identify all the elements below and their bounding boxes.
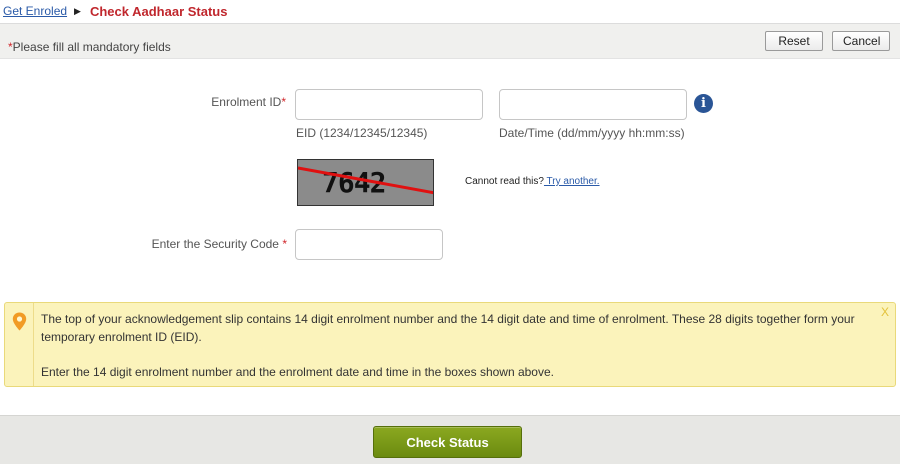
enrolment-id-required-star: *: [281, 95, 286, 109]
eid-hint: EID (1234/12345/12345): [296, 126, 428, 140]
breadcrumb-link-get-enroled[interactable]: Get Enroled: [3, 4, 67, 18]
help-notice: The top of your acknowledgement slip con…: [4, 302, 896, 387]
check-status-button[interactable]: Check Status: [373, 426, 522, 458]
breadcrumb: Get Enroled ▶ Check Aadhaar Status: [0, 0, 900, 22]
mandatory-text: Please fill all mandatory fields: [12, 40, 171, 54]
notice-icon-column: [5, 303, 34, 386]
datetime-input[interactable]: [499, 89, 687, 120]
close-icon[interactable]: X: [881, 305, 889, 319]
enrolment-id-label-text: Enrolment ID: [211, 95, 282, 109]
info-icon[interactable]: i: [694, 94, 713, 113]
form-toolbar: *Please fill all mandatory fields Reset …: [0, 23, 900, 59]
captcha-image: 7642: [297, 159, 434, 206]
notice-paragraph-2: Enter the 14 digit enrolment number and …: [41, 365, 554, 379]
security-code-required-star: *: [282, 237, 287, 251]
security-code-label: Enter the Security Code *: [100, 237, 287, 251]
pin-icon: [12, 312, 27, 331]
datetime-hint: Date/Time (dd/mm/yyyy hh:mm:ss): [499, 126, 685, 140]
cancel-button[interactable]: Cancel: [832, 31, 890, 51]
captcha-refresh: Cannot read this? Try another.: [465, 176, 600, 187]
reset-button[interactable]: Reset: [765, 31, 823, 51]
security-code-input[interactable]: [295, 229, 443, 260]
form-footer: Check Status: [0, 415, 900, 464]
enrolment-id-label: Enrolment ID*: [160, 95, 286, 109]
page-title: Check Aadhaar Status: [89, 3, 228, 19]
captcha-strike-line: [298, 166, 433, 195]
mandatory-note: *Please fill all mandatory fields: [8, 40, 171, 54]
breadcrumb-separator-icon: ▶: [74, 5, 81, 16]
notice-paragraph-1: The top of your acknowledgement slip con…: [41, 312, 855, 344]
try-another-link[interactable]: Try another.: [544, 176, 600, 187]
eid-input[interactable]: [295, 89, 483, 120]
cannot-read-text: Cannot read this?: [465, 176, 544, 187]
security-code-label-text: Enter the Security Code: [151, 237, 279, 251]
